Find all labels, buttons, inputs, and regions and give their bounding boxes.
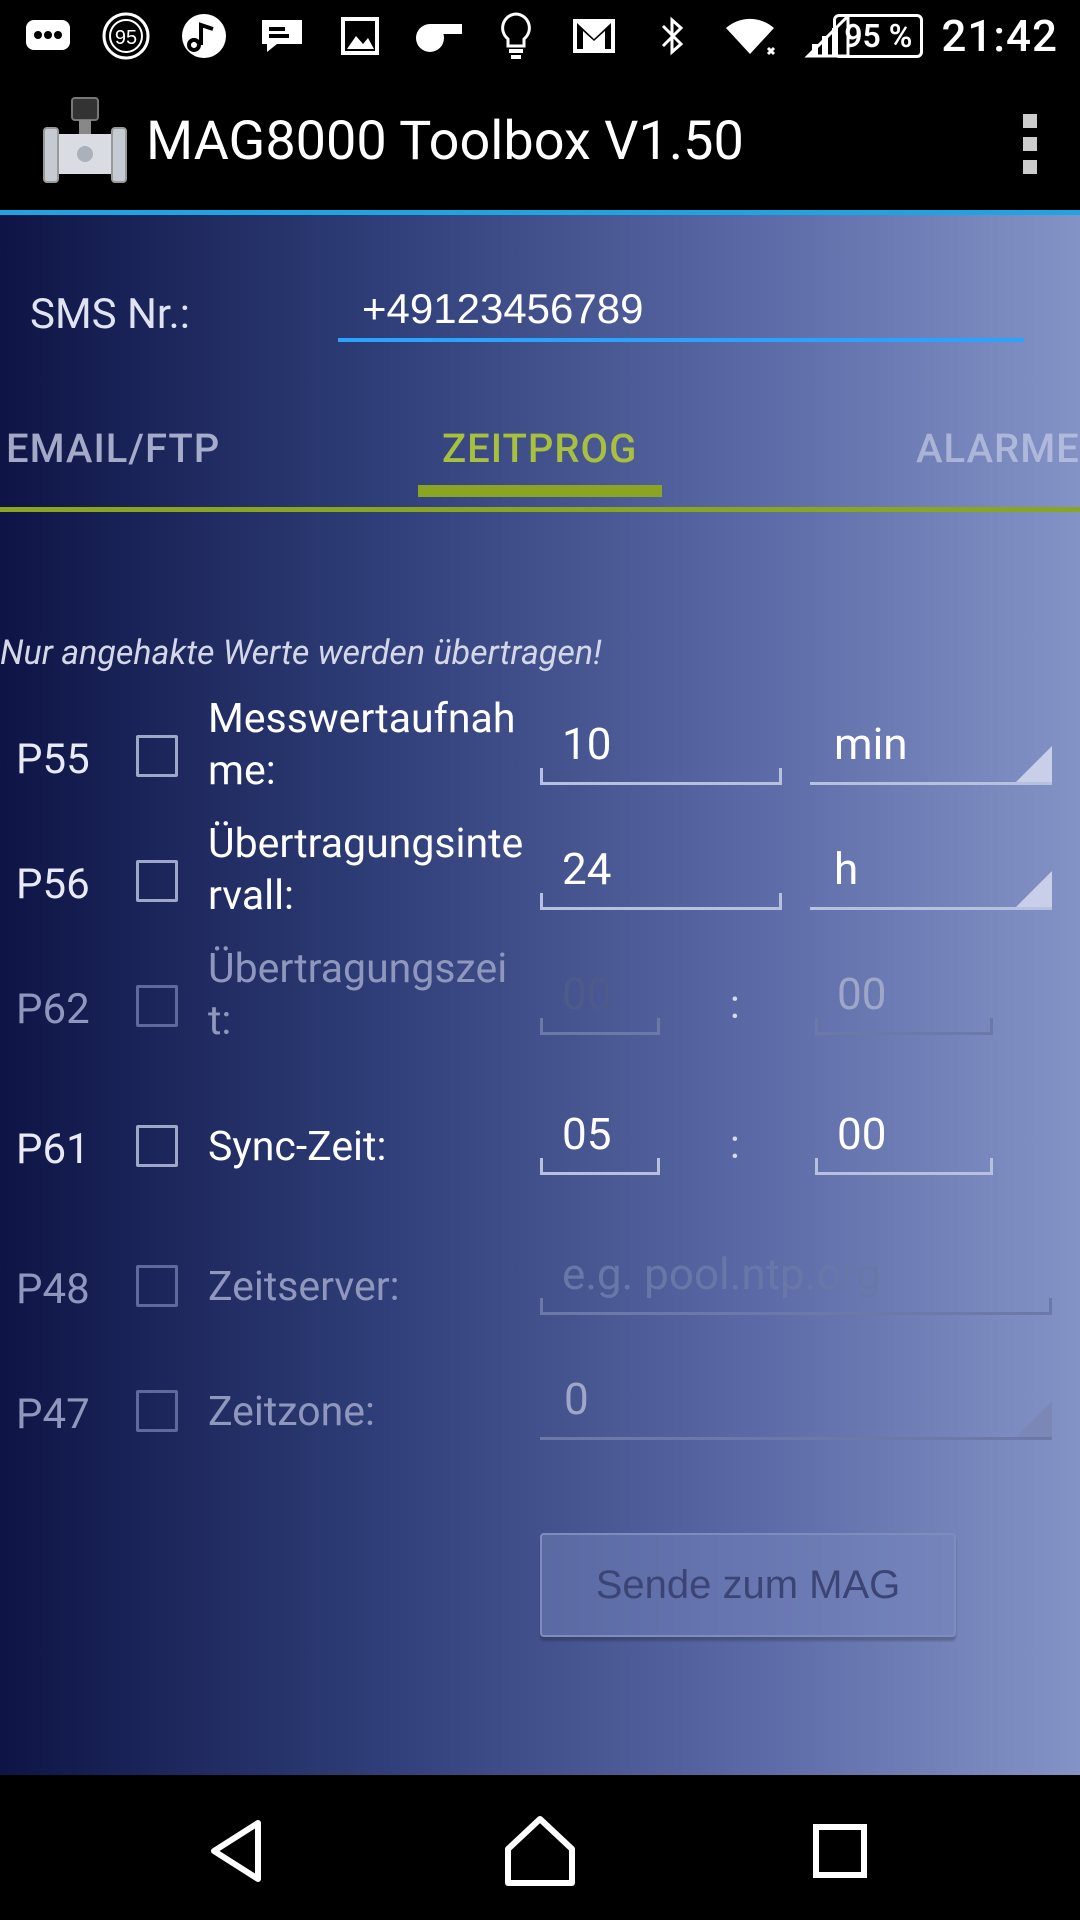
- messages-icon: [22, 10, 74, 62]
- send-to-mag-button[interactable]: Sende zum MAG: [540, 1533, 956, 1637]
- sync-time-minutes-input[interactable]: 00: [815, 1101, 993, 1175]
- image-icon: [334, 10, 386, 62]
- param-code: P56: [16, 860, 90, 909]
- main-content: SMS Nr.: EMAIL/FTP ZEITPROG ALARME Nur a…: [0, 215, 1080, 1775]
- tab-zeitprog[interactable]: ZEITPROG: [442, 425, 637, 472]
- sms-number-input[interactable]: [338, 280, 1024, 342]
- status-bar: 95 95 % 21:42: [0, 0, 1080, 72]
- flowmeter-logo-icon: [42, 94, 128, 190]
- dropdown-triangle-icon: [1016, 1401, 1052, 1437]
- sync-time-hours-input[interactable]: 05: [540, 1101, 660, 1175]
- battery-indicator: 95 %: [833, 14, 924, 58]
- timezone-selected-value: 0: [564, 1373, 589, 1425]
- app-title: MAG8000 Toolbox V1.50: [146, 110, 744, 173]
- recents-icon[interactable]: [800, 1811, 880, 1891]
- back-icon[interactable]: [200, 1811, 280, 1891]
- param-label: Sync-Zeit:: [208, 1123, 387, 1171]
- sms-label: SMS Nr.:: [30, 290, 190, 339]
- unit-selected-value: h: [834, 843, 859, 895]
- param-row-p47: P47 Zeitzone: 0: [0, 1340, 1080, 1460]
- app-bar: MAG8000 Toolbox V1.50: [0, 72, 1080, 215]
- param-label: Messwertaufnahme:: [208, 695, 516, 795]
- navigation-bar: [0, 1775, 1080, 1920]
- overflow-menu-icon[interactable]: [1020, 114, 1040, 174]
- timezone-select[interactable]: 0: [540, 1366, 1052, 1440]
- time-separator: :: [730, 1121, 740, 1168]
- bluetooth-icon: [646, 10, 698, 62]
- time-server-placeholder: e.g. pool.ntp.org: [562, 1248, 881, 1300]
- interval-value-input[interactable]: 10: [540, 711, 782, 785]
- param-label: Übertragungszeit:: [208, 945, 508, 1045]
- svg-text:95: 95: [115, 27, 137, 49]
- whistle-icon: [412, 10, 464, 62]
- wifi-icon: [724, 10, 776, 62]
- param-checkbox[interactable]: [136, 1265, 178, 1307]
- param-row-p48: P48 Zeitserver: e.g. pool.ntp.org: [0, 1215, 1080, 1335]
- transfer-unit-select[interactable]: h: [810, 836, 1052, 910]
- param-code: P62: [16, 985, 90, 1034]
- unit-selected-value: min: [834, 718, 908, 770]
- hint-text: Nur angehakte Werte werden übertragen!: [0, 633, 602, 673]
- param-checkbox[interactable]: [136, 735, 178, 777]
- transfer-time-minutes-input[interactable]: 00: [815, 961, 993, 1035]
- param-row-p62: P62 Übertragungszeit: 00 : 00: [0, 935, 1080, 1055]
- tab-bar: EMAIL/FTP ZEITPROG ALARME: [0, 395, 1080, 512]
- param-checkbox[interactable]: [136, 860, 178, 902]
- active-tab-indicator: [418, 485, 662, 497]
- music-icon: [178, 10, 230, 62]
- home-icon[interactable]: [500, 1811, 580, 1891]
- dropdown-triangle-icon: [1016, 746, 1052, 782]
- badge-95-icon: 95: [100, 10, 152, 62]
- param-label: Zeitzone:: [208, 1388, 375, 1436]
- param-label: Übertragungsintervall:: [208, 820, 524, 920]
- tab-email-ftp[interactable]: EMAIL/FTP: [6, 425, 220, 472]
- param-checkbox[interactable]: [136, 1390, 178, 1432]
- param-checkbox[interactable]: [136, 1125, 178, 1167]
- time-server-input[interactable]: e.g. pool.ntp.org: [540, 1241, 1052, 1315]
- notification-icons: 95: [22, 10, 854, 62]
- chat-icon: [256, 10, 308, 62]
- param-row-p61: P61 Sync-Zeit: 05 : 00: [0, 1075, 1080, 1195]
- param-checkbox[interactable]: [136, 985, 178, 1027]
- bulb-icon: [490, 10, 542, 62]
- param-code: P61: [16, 1125, 90, 1174]
- param-code: P48: [16, 1265, 90, 1314]
- transfer-time-hours-input[interactable]: 00: [540, 961, 660, 1035]
- param-row-p56: P56 Übertragungsintervall: 24 h: [0, 810, 1080, 930]
- param-code: P55: [16, 735, 90, 784]
- interval-unit-select[interactable]: min: [810, 711, 1052, 785]
- param-label: Zeitserver:: [208, 1263, 400, 1311]
- clock: 21:42: [941, 10, 1058, 62]
- transfer-interval-input[interactable]: 24: [540, 836, 782, 910]
- time-separator: :: [730, 981, 740, 1028]
- gmail-icon: [568, 10, 620, 62]
- dropdown-triangle-icon: [1016, 871, 1052, 907]
- param-row-p55: P55 Messwertaufnahme: 10 min: [0, 685, 1080, 805]
- param-code: P47: [16, 1390, 90, 1439]
- tab-alarme[interactable]: ALARME: [916, 425, 1080, 472]
